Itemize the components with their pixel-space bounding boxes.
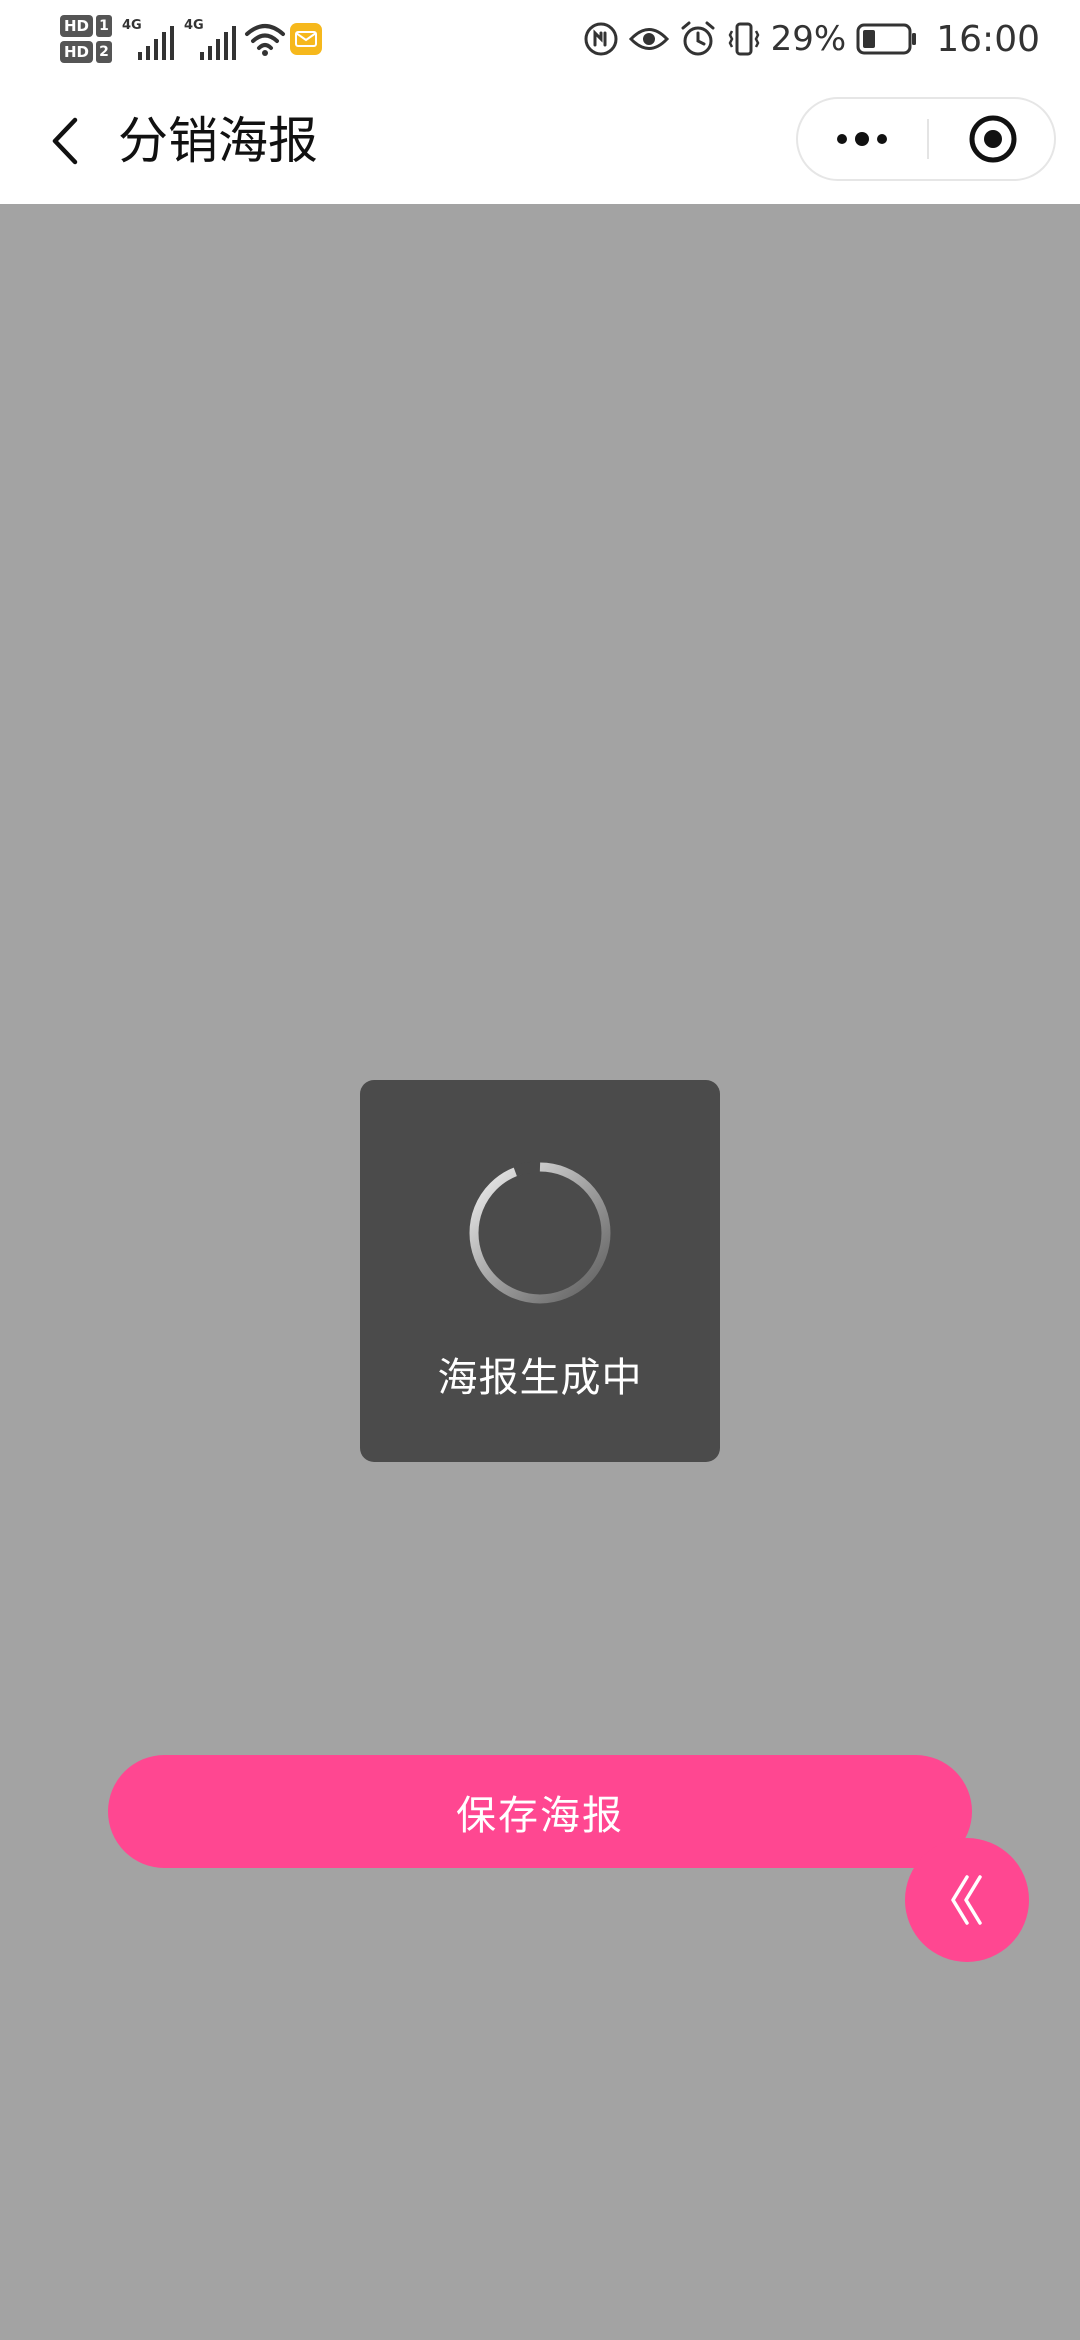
close-button[interactable] (929, 99, 1056, 179)
sim1-signal: 4G (122, 14, 175, 64)
nfc-icon (584, 22, 618, 56)
sim2-number: 2 (96, 41, 113, 63)
mini-program-capsule (796, 97, 1056, 181)
hd-badge: HD (60, 15, 94, 37)
sim1-number: 1 (96, 15, 113, 37)
loading-toast: 海报生成中 (360, 1080, 720, 1462)
status-bar: HD 1 HD 2 4G 4G 29% 16:00 (0, 0, 1080, 78)
signal-icon (200, 26, 237, 60)
back-button[interactable] (36, 111, 96, 171)
save-poster-button[interactable]: 保存海报 (108, 1755, 972, 1868)
page-title: 分销海报 (118, 112, 318, 170)
clock: 16:00 (936, 18, 1040, 60)
sim2-indicator: HD 2 (60, 41, 113, 63)
eye-icon (628, 28, 669, 50)
double-chevron-left-icon (951, 1875, 982, 1925)
wifi-icon (245, 24, 286, 56)
battery-percent: 29% (770, 19, 847, 59)
collapse-float-button[interactable] (905, 1838, 1029, 1962)
status-left-group: HD 1 HD 2 4G 4G (60, 8, 323, 70)
loading-text: 海报生成中 (437, 1355, 643, 1401)
vibrate-icon (728, 22, 760, 56)
more-dots-icon (837, 132, 887, 146)
signal-icon (138, 26, 175, 60)
loading-spinner-icon (469, 1161, 611, 1304)
target-close-icon (969, 115, 1016, 163)
status-right-group: 29% 16:00 (583, 0, 1040, 78)
chevron-left-icon (52, 117, 78, 165)
nav-bar: 分销海报 (0, 78, 1080, 204)
hd-badge: HD (60, 41, 94, 63)
sim1-indicator: HD 1 (60, 15, 113, 37)
alarm-icon (681, 21, 715, 56)
mail-notification-icon (290, 23, 323, 55)
battery-icon (856, 23, 917, 55)
sim-indicators: HD 1 HD 2 (60, 15, 113, 63)
more-button[interactable] (798, 99, 926, 179)
sim2-signal: 4G (184, 14, 237, 64)
